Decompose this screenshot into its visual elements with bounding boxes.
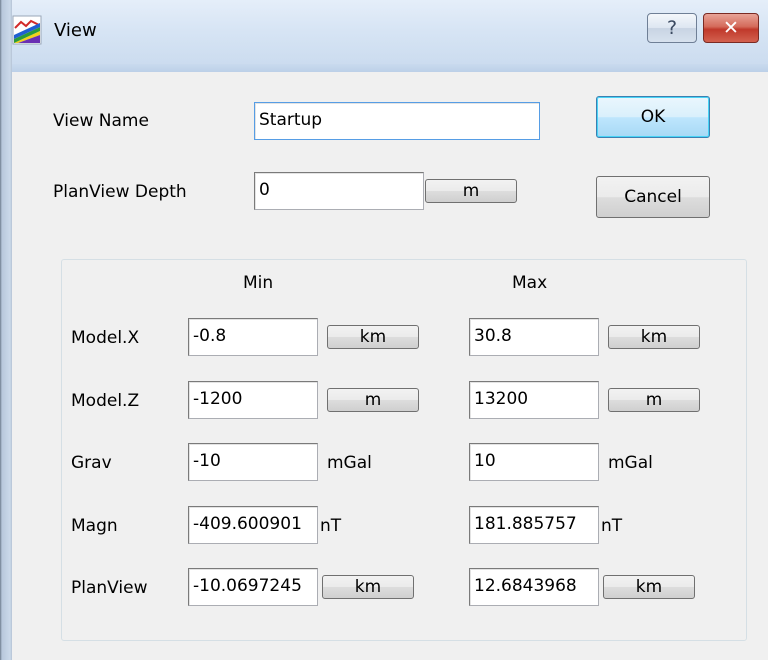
model-z-max-input[interactable]: 13200 [469, 381, 599, 419]
view-dialog: View ? ✕ View Name Startup PlanView Dept… [0, 0, 768, 660]
view-name-label: View Name [53, 111, 149, 131]
row-label-model-z: Model.Z [71, 391, 140, 411]
magn-max-unit-label: nT [601, 516, 623, 536]
model-z-max-unit-button[interactable]: m [608, 388, 700, 412]
model-x-max-unit-button[interactable]: km [608, 325, 700, 349]
chart-rainbow-icon [12, 15, 42, 45]
model-z-min-unit-button[interactable]: m [327, 388, 419, 412]
close-button[interactable]: ✕ [703, 13, 759, 43]
dialog-body: View Name Startup PlanView Depth 0 m OK … [12, 72, 768, 660]
grav-max-unit-label: mGal [608, 453, 653, 473]
grav-min-unit-label: mGal [327, 453, 372, 473]
planview-max-unit-button[interactable]: km [603, 575, 695, 599]
window-title: View [54, 20, 97, 41]
magn-min-input[interactable]: -409.600901 [188, 506, 318, 544]
magn-min-unit-label: nT [320, 516, 342, 536]
ok-button[interactable]: OK [596, 96, 710, 138]
cancel-button[interactable]: Cancel [596, 176, 710, 218]
planview-depth-label: PlanView Depth [53, 182, 187, 202]
planview-max-input[interactable]: 12.6843968 [469, 568, 599, 606]
row-label-magn: Magn [71, 516, 118, 536]
model-x-max-input[interactable]: 30.8 [469, 318, 599, 356]
model-x-min-input[interactable]: -0.8 [188, 318, 318, 356]
dialog-bottom-edge [12, 656, 768, 660]
grav-max-input[interactable]: 10 [469, 443, 599, 481]
view-name-input[interactable]: Startup [254, 102, 540, 140]
planview-depth-input[interactable]: 0 [254, 172, 424, 210]
help-button[interactable]: ? [647, 13, 697, 43]
row-label-planview: PlanView [71, 578, 148, 598]
row-label-model-x: Model.X [71, 328, 140, 348]
window-left-border [0, 0, 12, 660]
title-bar[interactable]: View ? ✕ [0, 0, 768, 72]
magn-max-input[interactable]: 181.885757 [469, 506, 599, 544]
model-x-min-unit-button[interactable]: km [327, 325, 419, 349]
grav-min-input[interactable]: -10 [188, 443, 318, 481]
frame-divider [0, 64, 768, 72]
help-icon: ? [666, 17, 678, 39]
model-z-min-input[interactable]: -1200 [188, 381, 318, 419]
max-column-header: Max [512, 273, 548, 293]
close-icon: ✕ [723, 17, 739, 39]
row-label-grav: Grav [71, 453, 112, 473]
planview-min-unit-button[interactable]: km [322, 575, 414, 599]
planview-min-input[interactable]: -10.0697245 [188, 568, 318, 606]
min-column-header: Min [243, 273, 274, 293]
planview-depth-unit-button[interactable]: m [425, 179, 517, 203]
